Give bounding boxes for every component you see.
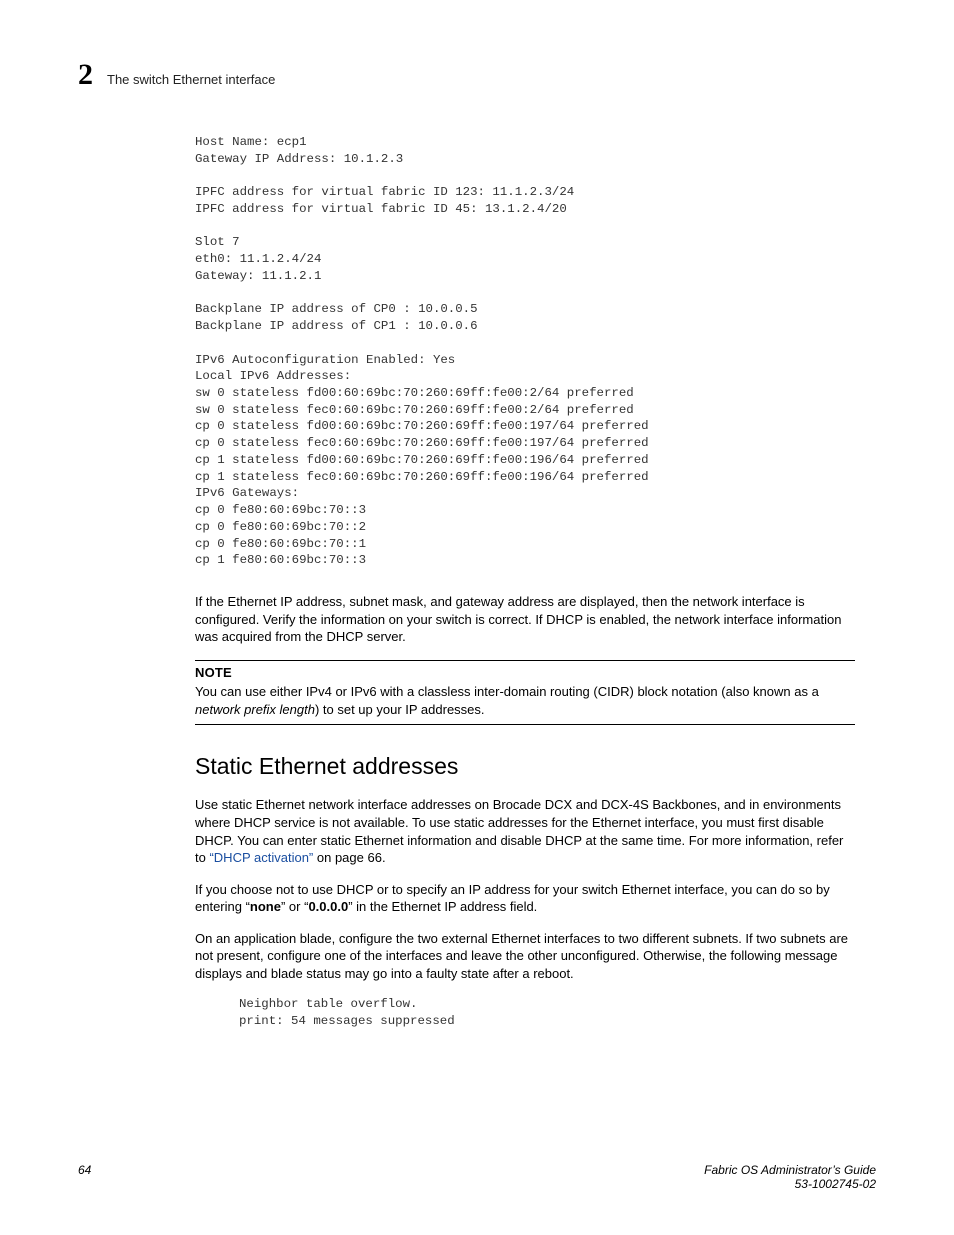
body-paragraph: If you choose not to use DHCP or to spec… — [195, 881, 855, 916]
paragraph-text: on page 66. — [313, 850, 385, 865]
divider — [195, 660, 855, 661]
footer-right: Fabric OS Administrator’s Guide 53-10027… — [704, 1163, 876, 1191]
page: 2 The switch Ethernet interface Host Nam… — [0, 0, 954, 1235]
doc-id: 53-1002745-02 — [795, 1177, 876, 1191]
note-text-after: ) to set up your IP addresses. — [315, 702, 485, 717]
note-text: You can use either IPv4 or IPv6 with a c… — [195, 683, 855, 718]
body-paragraph: On an application blade, configure the t… — [195, 930, 855, 983]
section-heading: Static Ethernet addresses — [195, 751, 855, 782]
main-content: Host Name: ecp1 Gateway IP Address: 10.1… — [195, 134, 855, 1030]
page-number: 64 — [78, 1163, 91, 1191]
body-paragraph: Use static Ethernet network interface ad… — [195, 796, 855, 866]
note-italic: network prefix length — [195, 702, 315, 717]
page-header: 2 The switch Ethernet interface — [78, 58, 876, 92]
paragraph-text: ” in the Ethernet IP address field. — [348, 899, 537, 914]
literal-value: none — [250, 899, 281, 914]
note-text-before: You can use either IPv4 or IPv6 with a c… — [195, 684, 819, 699]
page-footer: 64 Fabric OS Administrator’s Guide 53-10… — [78, 1163, 876, 1191]
chapter-title: The switch Ethernet interface — [107, 72, 275, 87]
doc-title: Fabric OS Administrator’s Guide — [704, 1163, 876, 1177]
chapter-number: 2 — [78, 58, 93, 92]
note-label: NOTE — [195, 664, 855, 682]
paragraph-text: ” or “ — [281, 899, 308, 914]
message-output: Neighbor table overflow. print: 54 messa… — [239, 996, 855, 1029]
literal-value: 0.0.0.0 — [308, 899, 348, 914]
divider — [195, 724, 855, 725]
body-paragraph: If the Ethernet IP address, subnet mask,… — [195, 593, 855, 646]
cross-reference-link[interactable]: “DHCP activation” — [209, 850, 313, 865]
terminal-output: Host Name: ecp1 Gateway IP Address: 10.1… — [195, 134, 855, 569]
